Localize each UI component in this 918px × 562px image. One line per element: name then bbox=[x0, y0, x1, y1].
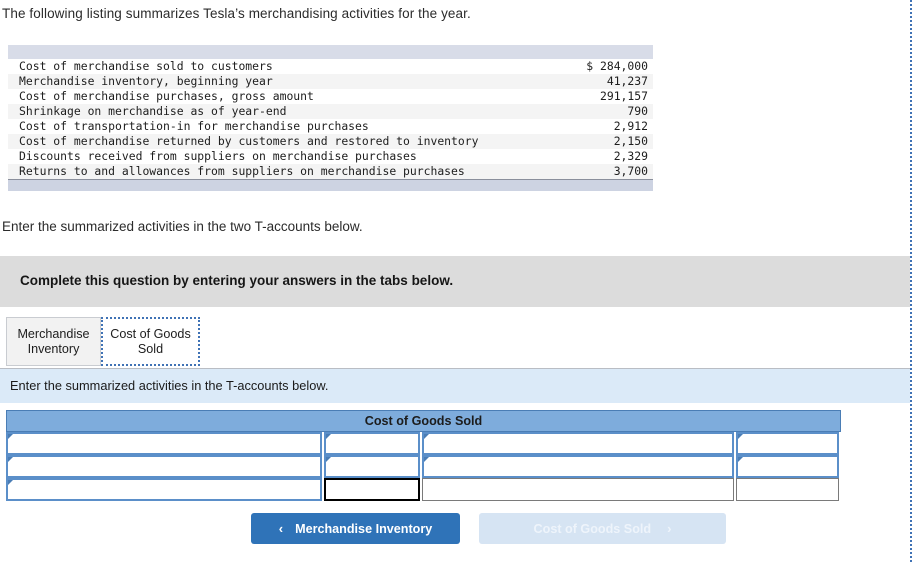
taccount-table: Cost of Goods Sold bbox=[6, 410, 841, 501]
listing-row: Cost of merchandise returned by customer… bbox=[8, 134, 653, 149]
chevron-right-icon: › bbox=[667, 521, 672, 536]
listing-row: Merchandise inventory, beginning year 41,… bbox=[8, 74, 653, 89]
cell-marker-triangle-icon bbox=[8, 457, 13, 462]
next-cost-of-goods-sold-button[interactable]: Cost of Goods Sold › bbox=[479, 513, 726, 544]
footer-button-row: ‹ Merchandise Inventory Cost of Goods So… bbox=[0, 513, 910, 547]
prev-button-label: Merchandise Inventory bbox=[295, 521, 433, 536]
listing-row: Cost of merchandise sold to customers $ 2… bbox=[8, 59, 653, 74]
taccount-row bbox=[6, 478, 841, 501]
listing-row-amount: 2,329 bbox=[572, 149, 653, 164]
taccount-cell-1-3[interactable] bbox=[422, 432, 735, 455]
listing-table: Cost of merchandise sold to customers $ 2… bbox=[8, 59, 653, 179]
taccount-cell-2-1[interactable] bbox=[6, 455, 323, 478]
listing-row-label: Shrinkage on merchandise as of year-end bbox=[8, 104, 573, 119]
cell-marker-triangle-icon bbox=[326, 457, 332, 462]
listing-row-amount: 790 bbox=[572, 104, 653, 119]
taccount-cell-2-4[interactable] bbox=[736, 455, 839, 478]
tab-cost-of-goods-sold[interactable]: Cost of Goods Sold bbox=[101, 317, 200, 366]
cell-marker-triangle-icon bbox=[424, 457, 429, 462]
taccount-row bbox=[6, 432, 841, 455]
listing-top-bar bbox=[8, 45, 653, 59]
tab-merchandise-inventory[interactable]: Merchandise Inventory bbox=[6, 317, 101, 366]
taccount-cell-1-1[interactable] bbox=[6, 432, 323, 455]
taccount-cell-2-2[interactable] bbox=[324, 455, 420, 478]
listing-row-label: Cost of merchandise sold to customers bbox=[8, 59, 573, 74]
page-focus-rule bbox=[910, 0, 912, 562]
page-root: The following listing summarizes Tesla’s… bbox=[0, 0, 918, 562]
cell-marker-triangle-icon bbox=[424, 434, 429, 439]
taccount-cell-3-2[interactable] bbox=[324, 478, 421, 501]
taccount-instruction-bar: Enter the summarized activities in the T… bbox=[0, 369, 910, 403]
taccount-cell-1-4[interactable] bbox=[736, 432, 839, 455]
listing-row-amount: 2,912 bbox=[572, 119, 653, 134]
prev-merchandise-inventory-button[interactable]: ‹ Merchandise Inventory bbox=[251, 513, 460, 544]
listing-row: Cost of merchandise purchases, gross amo… bbox=[8, 89, 653, 104]
taccount-instruction-text: Enter the summarized activities in the T… bbox=[10, 378, 329, 393]
merchandising-listing: Cost of merchandise sold to customers $ 2… bbox=[8, 45, 653, 191]
listing-row-label: Cost of merchandise returned by customer… bbox=[8, 134, 573, 149]
listing-row-amount: 291,157 bbox=[572, 89, 653, 104]
question-banner: Complete this question by entering your … bbox=[0, 256, 910, 307]
listing-row: Returns to and allowances from suppliers… bbox=[8, 164, 653, 179]
cell-marker-triangle-icon bbox=[8, 480, 13, 485]
listing-row: Discounts received from suppliers on mer… bbox=[8, 149, 653, 164]
listing-row-amount: 3,700 bbox=[572, 164, 653, 179]
tab-merchandise-inventory-label: Merchandise Inventory bbox=[17, 326, 90, 356]
cell-marker-triangle-icon bbox=[738, 457, 744, 462]
listing-row-label: Merchandise inventory, beginning year bbox=[8, 74, 573, 89]
middle-instruction: Enter the summarized activities in the t… bbox=[2, 219, 363, 234]
listing-row-label: Returns to and allowances from suppliers… bbox=[8, 164, 573, 179]
intro-prompt: The following listing summarizes Tesla’s… bbox=[2, 6, 471, 21]
next-button-label: Cost of Goods Sold bbox=[533, 521, 652, 536]
taccount-title: Cost of Goods Sold bbox=[6, 410, 841, 432]
taccount-grid bbox=[6, 432, 841, 501]
listing-row-label: Cost of merchandise purchases, gross amo… bbox=[8, 89, 573, 104]
taccount-cell-1-2[interactable] bbox=[324, 432, 420, 455]
cell-marker-triangle-icon bbox=[8, 434, 13, 439]
listing-row-label: Discounts received from suppliers on mer… bbox=[8, 149, 573, 164]
listing-row-amount: 2,150 bbox=[572, 134, 653, 149]
taccount-cell-3-3 bbox=[422, 478, 735, 501]
listing-row-label: Cost of transportation-in for merchandis… bbox=[8, 119, 573, 134]
taccount-row bbox=[6, 455, 841, 478]
taccount-cell-2-3[interactable] bbox=[422, 455, 735, 478]
chevron-left-icon: ‹ bbox=[278, 521, 284, 536]
taccount-cell-3-1[interactable] bbox=[6, 478, 323, 501]
listing-row-amount: 41,237 bbox=[572, 74, 653, 89]
cell-marker-triangle-icon bbox=[326, 434, 332, 439]
listing-row-amount: $ 284,000 bbox=[572, 59, 653, 74]
taccount-cell-3-4 bbox=[736, 478, 839, 501]
tab-cost-of-goods-sold-label: Cost of Goods Sold bbox=[110, 326, 191, 356]
tab-strip: Merchandise Inventory Cost of Goods Sold bbox=[0, 316, 910, 369]
listing-row: Cost of transportation-in for merchandis… bbox=[8, 119, 653, 134]
cell-marker-triangle-icon bbox=[738, 434, 744, 439]
listing-row: Shrinkage on merchandise as of year-end 7… bbox=[8, 104, 653, 119]
listing-bottom-bar bbox=[8, 179, 653, 191]
question-banner-text: Complete this question by entering your … bbox=[20, 273, 454, 288]
